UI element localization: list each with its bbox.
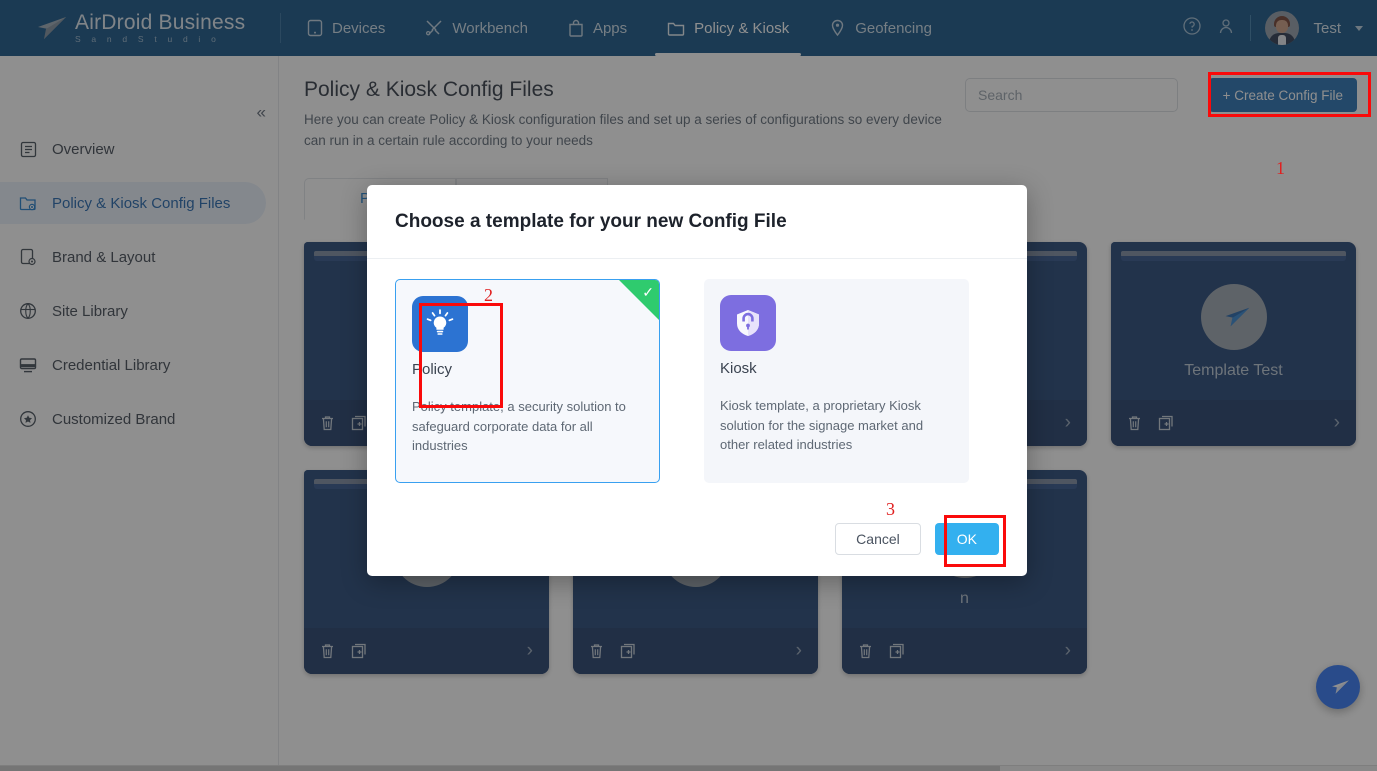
template-name: Kiosk: [720, 360, 757, 377]
choose-template-dialog: Choose a template for your new Config Fi…: [367, 185, 1027, 576]
check-icon: ✓: [642, 284, 654, 300]
dialog-header: Choose a template for your new Config Fi…: [367, 185, 1027, 259]
dialog-footer: Cancel OK: [367, 502, 1027, 576]
template-name: Policy: [412, 361, 453, 378]
template-description: Policy template, a security solution to …: [412, 399, 626, 453]
dialog-body: ✓ Policy Policy template, a security sol…: [367, 259, 1027, 502]
kiosk-template-icon: [720, 295, 776, 351]
template-description: Kiosk template, a proprietary Kiosk solu…: [720, 398, 924, 452]
app-root: AirDroid Business S a n d S t u d i o De…: [0, 0, 1377, 771]
shield-lock-icon: [737, 310, 759, 336]
cancel-button[interactable]: Cancel: [835, 523, 921, 555]
lightbulb-icon: [426, 309, 454, 335]
template-option-policy[interactable]: ✓ Policy Policy template, a security sol…: [395, 279, 660, 483]
template-option-kiosk[interactable]: Kiosk Kiosk template, a proprietary Kios…: [704, 279, 969, 483]
policy-template-icon: [412, 296, 468, 352]
ok-button[interactable]: OK: [934, 523, 999, 555]
dialog-title: Choose a template for your new Config Fi…: [395, 210, 787, 232]
